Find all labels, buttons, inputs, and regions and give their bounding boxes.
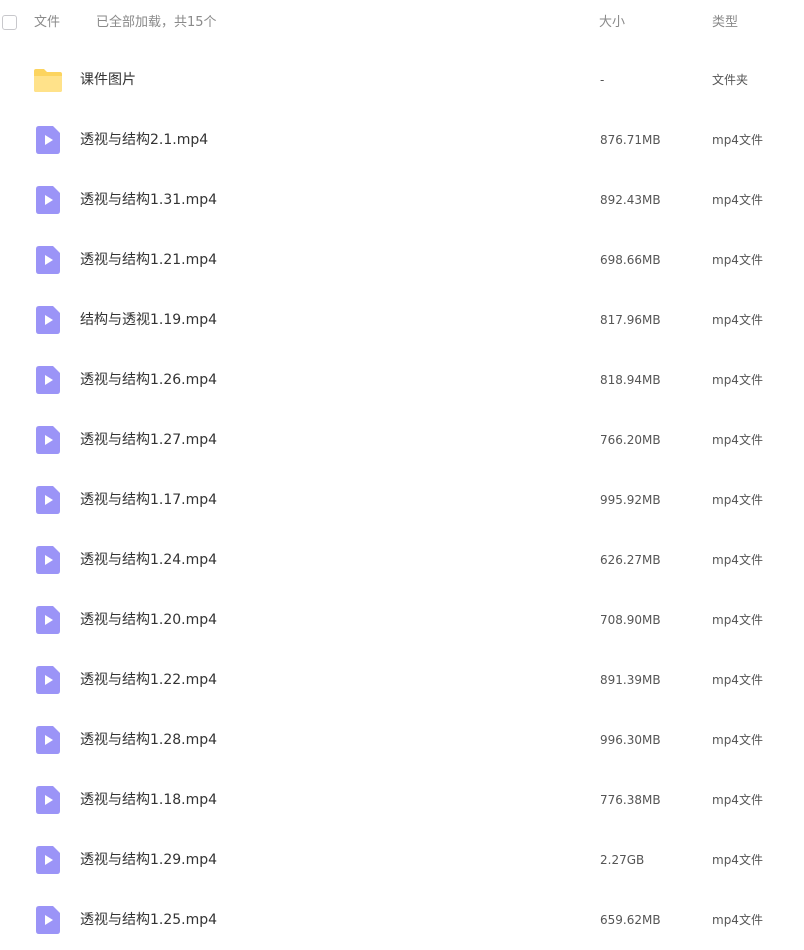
file-size: 818.94MB bbox=[600, 373, 661, 387]
video-file-icon bbox=[33, 125, 63, 155]
video-file-icon bbox=[33, 365, 63, 395]
file-size: 995.92MB bbox=[600, 493, 661, 507]
file-list: 课件图片 - 文件夹 透视与结构2.1.mp4 876.71MB mp4文件 透视与结构1.… bbox=[0, 50, 804, 950]
file-type: mp4文件 bbox=[712, 133, 763, 147]
file-name[interactable]: 透视与结构1.21.mp4 bbox=[80, 250, 217, 270]
file-name[interactable]: 透视与结构1.25.mp4 bbox=[80, 910, 217, 930]
select-all-checkbox[interactable] bbox=[2, 15, 17, 30]
file-name[interactable]: 透视与结构2.1.mp4 bbox=[80, 130, 208, 150]
file-row[interactable]: 透视与结构1.28.mp4 996.30MB mp4文件 bbox=[0, 710, 804, 770]
file-list-header: 文件 已全部加载，共15个 大小 类型 bbox=[0, 0, 804, 46]
file-name[interactable]: 透视与结构1.22.mp4 bbox=[80, 670, 217, 690]
file-type: mp4文件 bbox=[712, 853, 763, 867]
column-header-file[interactable]: 文件 bbox=[34, 14, 60, 32]
video-file-icon bbox=[33, 425, 63, 455]
file-type: mp4文件 bbox=[712, 733, 763, 747]
file-row[interactable]: 透视与结构1.22.mp4 891.39MB mp4文件 bbox=[0, 650, 804, 710]
file-row[interactable]: 透视与结构1.20.mp4 708.90MB mp4文件 bbox=[0, 590, 804, 650]
file-type: mp4文件 bbox=[712, 673, 763, 687]
file-size: 766.20MB bbox=[600, 433, 661, 447]
file-name[interactable]: 透视与结构1.24.mp4 bbox=[80, 550, 217, 570]
file-size: 2.27GB bbox=[600, 853, 645, 867]
file-name[interactable]: 透视与结构1.31.mp4 bbox=[80, 190, 217, 210]
file-type: mp4文件 bbox=[712, 553, 763, 567]
file-type: 文件夹 bbox=[712, 73, 749, 87]
file-name[interactable]: 透视与结构1.29.mp4 bbox=[80, 850, 217, 870]
video-file-icon bbox=[33, 845, 63, 875]
column-header-size[interactable]: 大小 bbox=[599, 14, 625, 32]
file-size: 892.43MB bbox=[600, 193, 661, 207]
file-size: - bbox=[600, 73, 605, 87]
file-row[interactable]: 透视与结构1.18.mp4 776.38MB mp4文件 bbox=[0, 770, 804, 830]
file-row[interactable]: 透视与结构1.24.mp4 626.27MB mp4文件 bbox=[0, 530, 804, 590]
file-name[interactable]: 透视与结构1.17.mp4 bbox=[80, 490, 217, 510]
file-size: 698.66MB bbox=[600, 253, 661, 267]
video-file-icon bbox=[33, 785, 63, 815]
file-size: 626.27MB bbox=[600, 553, 661, 567]
file-type: mp4文件 bbox=[712, 253, 763, 267]
video-file-icon bbox=[33, 905, 63, 935]
file-row[interactable]: 课件图片 - 文件夹 bbox=[0, 50, 804, 110]
file-name[interactable]: 透视与结构1.27.mp4 bbox=[80, 430, 217, 450]
file-name[interactable]: 结构与透视1.19.mp4 bbox=[80, 310, 217, 330]
file-row[interactable]: 透视与结构1.29.mp4 2.27GB mp4文件 bbox=[0, 830, 804, 890]
file-type: mp4文件 bbox=[712, 493, 763, 507]
folder-icon bbox=[33, 65, 63, 95]
file-size: 996.30MB bbox=[600, 733, 661, 747]
file-type: mp4文件 bbox=[712, 373, 763, 387]
file-type: mp4文件 bbox=[712, 613, 763, 627]
file-type: mp4文件 bbox=[712, 313, 763, 327]
file-type: mp4文件 bbox=[712, 913, 763, 927]
video-file-icon bbox=[33, 485, 63, 515]
video-file-icon bbox=[33, 605, 63, 635]
video-file-icon bbox=[33, 185, 63, 215]
file-size: 659.62MB bbox=[600, 913, 661, 927]
video-file-icon bbox=[33, 665, 63, 695]
file-size: 817.96MB bbox=[600, 313, 661, 327]
file-row[interactable]: 透视与结构1.21.mp4 698.66MB mp4文件 bbox=[0, 230, 804, 290]
file-size: 776.38MB bbox=[600, 793, 661, 807]
file-row[interactable]: 透视与结构2.1.mp4 876.71MB mp4文件 bbox=[0, 110, 804, 170]
file-size: 708.90MB bbox=[600, 613, 661, 627]
file-type: mp4文件 bbox=[712, 793, 763, 807]
file-name[interactable]: 课件图片 bbox=[80, 70, 136, 90]
file-name[interactable]: 透视与结构1.18.mp4 bbox=[80, 790, 217, 810]
file-size: 876.71MB bbox=[600, 133, 661, 147]
column-header-type[interactable]: 类型 bbox=[712, 14, 738, 32]
file-row[interactable]: 透视与结构1.26.mp4 818.94MB mp4文件 bbox=[0, 350, 804, 410]
load-status-text: 已全部加载，共15个 bbox=[96, 15, 217, 30]
file-row[interactable]: 结构与透视1.19.mp4 817.96MB mp4文件 bbox=[0, 290, 804, 350]
file-size: 891.39MB bbox=[600, 673, 661, 687]
file-row[interactable]: 透视与结构1.17.mp4 995.92MB mp4文件 bbox=[0, 470, 804, 530]
file-row[interactable]: 透视与结构1.25.mp4 659.62MB mp4文件 bbox=[0, 890, 804, 950]
file-row[interactable]: 透视与结构1.27.mp4 766.20MB mp4文件 bbox=[0, 410, 804, 470]
file-name[interactable]: 透视与结构1.20.mp4 bbox=[80, 610, 217, 630]
file-name[interactable]: 透视与结构1.28.mp4 bbox=[80, 730, 217, 750]
file-type: mp4文件 bbox=[712, 193, 763, 207]
file-type: mp4文件 bbox=[712, 433, 763, 447]
file-name[interactable]: 透视与结构1.26.mp4 bbox=[80, 370, 217, 390]
video-file-icon bbox=[33, 245, 63, 275]
video-file-icon bbox=[33, 725, 63, 755]
file-row[interactable]: 透视与结构1.31.mp4 892.43MB mp4文件 bbox=[0, 170, 804, 230]
video-file-icon bbox=[33, 305, 63, 335]
video-file-icon bbox=[33, 545, 63, 575]
